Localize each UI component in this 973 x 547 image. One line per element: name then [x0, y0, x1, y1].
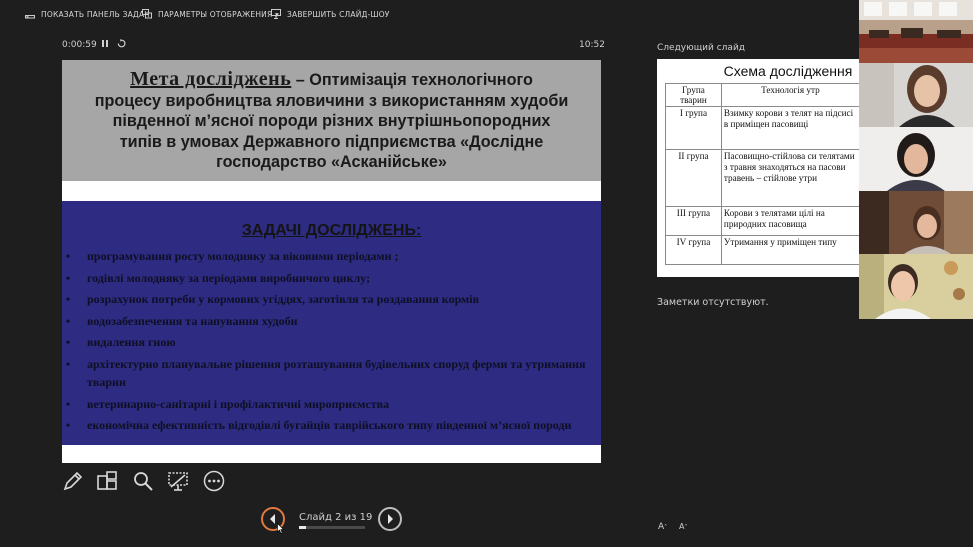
table-cell-group: IV група	[665, 235, 722, 265]
end-slideshow-icon	[271, 9, 281, 19]
goal-line-1: – Оптимізація технологічного	[291, 71, 533, 89]
goal-heading: Мета досліджень	[130, 68, 292, 90]
mouse-cursor-icon	[277, 519, 285, 538]
pen-icon[interactable]	[62, 470, 84, 492]
task-item: економічна ефективність відгодівлі бугай…	[66, 416, 596, 434]
table-row: І група Взимку корови з телят на підсисі…	[665, 106, 860, 150]
show-taskbar-button[interactable]: ПОКАЗАТЬ ПАНЕЛЬ ЗАДАЧ	[25, 7, 150, 21]
screen-toggle-icon[interactable]	[167, 470, 189, 492]
next-slide-label: Следующий слайд	[657, 43, 746, 53]
goal-line-5: господарство «Асканійське»	[216, 153, 447, 171]
slide-progress-bar	[299, 526, 365, 529]
table-cell-tech: Корови з телятами цілі на природних пасо…	[720, 206, 860, 236]
next-slide-table: Група тварин Технологія утр І група Взим…	[665, 83, 860, 265]
task-item: видалення гною	[66, 333, 596, 351]
task-item: архітектурно планувальне рішення розташу…	[66, 355, 596, 391]
table-cell-group: ІІ група	[665, 149, 722, 207]
table-cell-tech: Утримання у приміщен типу	[720, 235, 860, 265]
task-item: водозабезпечення та напування худоби	[66, 312, 596, 330]
next-slide-preview[interactable]: Схема дослідження Група тварин Технологі…	[657, 59, 860, 277]
participant-video-tile[interactable]	[859, 254, 973, 319]
slide-goal-block: Мета досліджень – Оптимізація технологіч…	[62, 60, 601, 181]
goal-line-2: процесу виробництва яловичини з використ…	[94, 91, 569, 110]
display-settings-icon	[142, 9, 152, 19]
task-item: розрахунок потреби у кормових угіддях, з…	[66, 290, 596, 308]
table-cell-group: ІІІ група	[665, 206, 722, 236]
restart-timer-icon[interactable]	[117, 39, 126, 51]
elapsed-timer: 0:00:59	[62, 40, 97, 50]
participant-video-tile[interactable]	[859, 127, 973, 191]
goal-line-3: південної м’ясної породи різних внутрішн…	[112, 112, 551, 130]
all-slides-icon[interactable]	[96, 470, 118, 492]
task-item: годівлі молодняку за періодами виробничо…	[66, 269, 596, 287]
participant-video-tile[interactable]	[859, 0, 973, 63]
table-header-row: Група тварин Технологія утр	[665, 83, 860, 107]
notes-text: Заметки отсутствуют.	[657, 297, 769, 308]
slide-counter: Слайд 2 из 19	[299, 512, 373, 523]
task-item: програмування росту молодняку за віковим…	[66, 247, 596, 265]
decrease-font-button[interactable]: A˅	[679, 522, 687, 532]
show-taskbar-label: ПОКАЗАТЬ ПАНЕЛЬ ЗАДАЧ	[41, 9, 150, 19]
goal-line-4: типів в умовах Державного підприємства «…	[119, 132, 544, 151]
table-header: Група тварин	[665, 83, 722, 107]
more-options-icon[interactable]	[203, 470, 225, 492]
taskbar-icon	[25, 15, 35, 19]
zoom-icon[interactable]	[132, 470, 154, 492]
display-settings-button[interactable]: ПАРАМЕТРЫ ОТОБРАЖЕНИЯ ▾	[142, 7, 279, 21]
next-slide-title: Схема дослідження	[723, 63, 853, 79]
tasks-list: програмування росту молодняку за віковим…	[66, 247, 596, 438]
next-slide-button[interactable]	[378, 507, 402, 531]
task-item: ветеринарно-санітарні і профілактичні ми…	[66, 395, 596, 413]
participant-video-tile[interactable]	[859, 191, 973, 254]
slide-bottom-strip	[62, 445, 601, 463]
table-row: ІІІ група Корови з телятами цілі на прир…	[665, 206, 860, 236]
arrow-right-icon	[388, 514, 393, 524]
table-cell-tech: Пасовищно-стійлова си телятами з травня …	[720, 149, 860, 207]
pause-icon[interactable]	[101, 39, 109, 51]
participant-video-tile[interactable]	[859, 63, 973, 127]
end-slideshow-button[interactable]: ЗАВЕРШИТЬ СЛАЙД-ШОУ	[271, 7, 390, 21]
clock: 10:52	[579, 40, 605, 50]
table-header: Технологія утр	[720, 83, 860, 107]
table-row: ІІ група Пасовищно-стійлова си телятами …	[665, 149, 860, 207]
tasks-heading: ЗАДАЧІ ДОСЛІДЖЕНЬ:	[241, 222, 422, 239]
end-slideshow-label: ЗАВЕРШИТЬ СЛАЙД-ШОУ	[287, 9, 390, 19]
increase-font-button[interactable]: A˄	[658, 522, 667, 532]
slide-progress-fill	[299, 526, 306, 529]
table-cell-group: І група	[665, 106, 722, 150]
table-row: IV група Утримання у приміщен типу	[665, 235, 860, 265]
table-cell-tech: Взимку корови з телят на підсисі в примі…	[720, 106, 860, 150]
display-settings-label: ПАРАМЕТРЫ ОТОБРАЖЕНИЯ ▾	[158, 9, 279, 19]
current-slide: Мета досліджень – Оптимізація технологіч…	[62, 60, 601, 463]
